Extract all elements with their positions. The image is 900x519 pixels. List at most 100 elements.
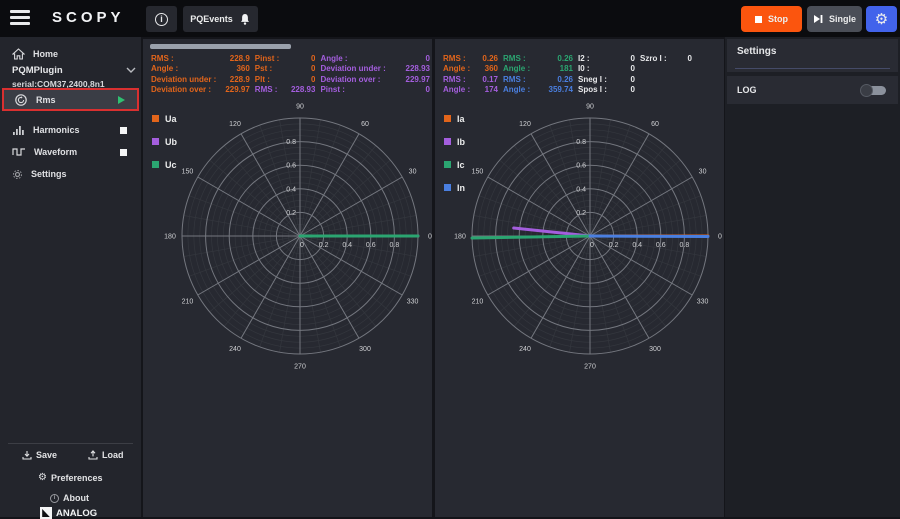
- main-content: RMS :228.9Pinst :0Angle :0Angle :360Pst …: [141, 37, 725, 517]
- plugin-name: PQMPlugin: [12, 65, 132, 76]
- sidebar-item-waveform[interactable]: Waveform: [0, 141, 141, 163]
- tab-pqevents[interactable]: PQEvents: [183, 6, 258, 32]
- menu-hamburger-icon[interactable]: [10, 10, 30, 26]
- preferences-button[interactable]: ⚙ Preferences: [38, 472, 103, 483]
- log-toggle[interactable]: [862, 86, 886, 95]
- stat-cell: I2 : 0: [578, 54, 635, 63]
- svg-text:0.2: 0.2: [576, 210, 586, 217]
- running-indicator-icon[interactable]: [118, 96, 125, 104]
- stat-value: 0: [628, 54, 635, 63]
- svg-text:60: 60: [651, 121, 659, 128]
- log-section: LOG: [727, 76, 898, 104]
- about-button[interactable]: i About: [50, 493, 89, 503]
- stat-label: RMS :: [151, 54, 174, 63]
- stat-label: Angle :: [151, 64, 178, 73]
- rms-label: Rms: [36, 95, 56, 105]
- stat-label: RMS :: [443, 54, 466, 63]
- stop-button[interactable]: Stop: [741, 6, 802, 32]
- svg-text:330: 330: [697, 299, 709, 306]
- svg-text:0: 0: [300, 242, 304, 249]
- svg-text:180: 180: [454, 234, 466, 241]
- svg-text:210: 210: [182, 299, 194, 306]
- stat-cell: Pst :0: [255, 64, 316, 73]
- horizontal-scrollbar-thumb[interactable]: [150, 44, 291, 49]
- svg-text:180: 180: [164, 234, 176, 241]
- stat-row: RMS :0.26RMS :0.26I2 :0Szro I :0: [443, 53, 722, 64]
- sidebar: Home PQMPlugin serial:COM37,2400,8n1 Rms…: [0, 37, 141, 517]
- sidebar-item-settings[interactable]: Settings: [0, 163, 141, 185]
- sidebar-item-home[interactable]: Home: [0, 43, 141, 65]
- stat-value: 228.9: [227, 54, 250, 63]
- svg-text:120: 120: [519, 121, 531, 128]
- stat-cell: Deviation under :228.93: [320, 64, 430, 73]
- single-run-icon: [813, 14, 823, 24]
- svg-text:300: 300: [359, 346, 371, 353]
- gear-icon: ⚙: [875, 10, 888, 28]
- svg-text:270: 270: [584, 364, 596, 371]
- stat-label: Angle :: [443, 64, 470, 73]
- stat-label: RMS :: [503, 54, 526, 63]
- phasor-ic: [472, 236, 590, 238]
- svg-text:120: 120: [229, 121, 241, 128]
- stat-label: I2 :: [578, 54, 590, 63]
- svg-text:90: 90: [586, 104, 594, 111]
- svg-text:30: 30: [409, 169, 417, 176]
- stat-label: Angle :: [503, 64, 530, 73]
- stat-value: 0: [423, 54, 430, 63]
- chevron-down-icon[interactable]: [126, 67, 136, 73]
- scopy-logo: SCOPY: [52, 9, 125, 26]
- stat-value: 0: [628, 64, 635, 73]
- save-label: Save: [36, 450, 57, 460]
- stopped-indicator-icon[interactable]: [120, 149, 127, 156]
- svg-text:0.6: 0.6: [366, 242, 376, 249]
- top-bar: SCOPY i PQEvents Stop Single ⚙: [0, 0, 900, 37]
- settings-gear-button[interactable]: ⚙: [866, 6, 897, 32]
- single-button[interactable]: Single: [807, 6, 862, 32]
- stat-label: I0 :: [578, 64, 590, 73]
- phasor-in: [590, 236, 708, 237]
- save-button[interactable]: Save: [22, 450, 57, 460]
- load-button[interactable]: Load: [88, 450, 124, 460]
- svg-text:0.6: 0.6: [286, 163, 296, 170]
- voltage-phasor-chart: 03060901201501802102402703003300.20.40.6…: [143, 75, 432, 517]
- stat-cell: I0 : 0: [578, 64, 635, 73]
- current-phasor-chart: 03060901201501802102402703003300.20.40.6…: [435, 75, 724, 517]
- svg-text:0.8: 0.8: [576, 139, 586, 146]
- voltage-phasor-panel: RMS :228.9Pinst :0Angle :0Angle :360Pst …: [143, 39, 432, 517]
- svg-text:0: 0: [718, 234, 722, 241]
- stat-label: Deviation under :: [320, 64, 385, 73]
- svg-text:0.4: 0.4: [286, 186, 296, 193]
- right-settings-panel: Settings LOG: [725, 37, 900, 517]
- stat-row: Angle : 360 Pst :0 Deviation under :228.93: [151, 64, 430, 75]
- stat-cell: RMS : 228.9: [151, 54, 250, 63]
- svg-text:210: 210: [472, 299, 484, 306]
- sidebar-item-rms[interactable]: Rms: [2, 88, 139, 111]
- stat-value: 360: [233, 64, 249, 73]
- sidebar-plugin-header[interactable]: PQMPlugin serial:COM37,2400,8n1: [12, 65, 132, 89]
- svg-text:0.4: 0.4: [576, 186, 586, 193]
- settings-gear-icon: [12, 169, 23, 180]
- stat-label: Szro I :: [640, 54, 667, 63]
- svg-text:0.8: 0.8: [680, 242, 690, 249]
- stopped-indicator-icon[interactable]: [120, 127, 127, 134]
- rms-icon: [14, 93, 28, 107]
- home-label: Home: [33, 49, 58, 59]
- pqevents-label: PQEvents: [190, 14, 233, 24]
- sidebar-item-harmonics[interactable]: Harmonics: [0, 119, 141, 141]
- svg-text:270: 270: [294, 364, 306, 371]
- stat-value: 0.26: [479, 54, 498, 63]
- stat-cell: RMS : 0.26: [443, 54, 498, 63]
- svg-text:0.6: 0.6: [576, 163, 586, 170]
- settings-label: Settings: [31, 169, 67, 179]
- stat-value: 0.26: [554, 54, 573, 63]
- info-icon: i: [155, 13, 168, 26]
- svg-text:150: 150: [472, 169, 484, 176]
- svg-text:0.2: 0.2: [319, 242, 329, 249]
- save-icon: [22, 450, 32, 460]
- preferences-gear-icon: ⚙: [38, 472, 47, 483]
- info-button[interactable]: i: [146, 6, 177, 32]
- svg-text:60: 60: [361, 121, 369, 128]
- svg-text:0.8: 0.8: [390, 242, 400, 249]
- stat-cell: Angle :360: [443, 64, 498, 73]
- svg-text:0.4: 0.4: [342, 242, 352, 249]
